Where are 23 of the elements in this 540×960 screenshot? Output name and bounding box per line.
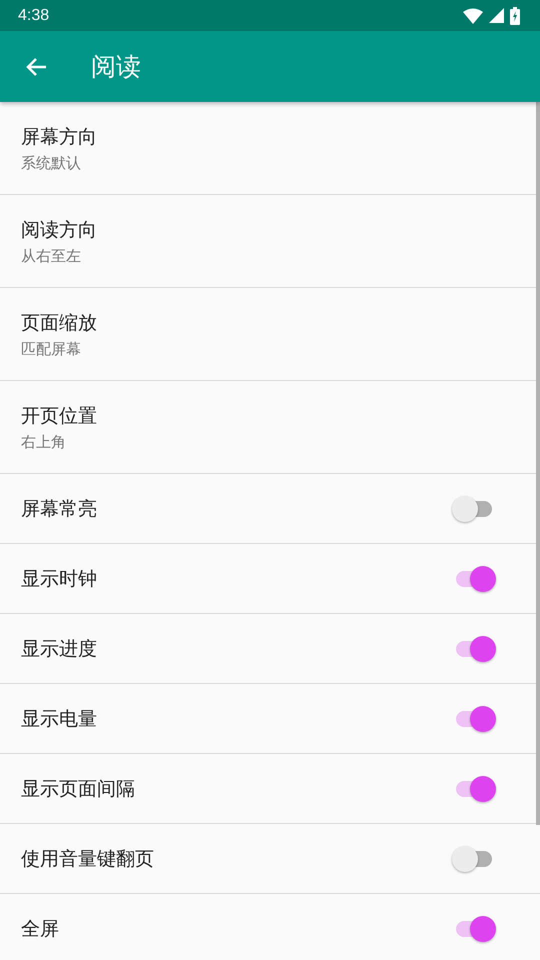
screen-title: 阅读 [91,51,141,83]
wifi-icon [463,8,483,24]
setting-summary: 匹配屏幕 [21,340,82,358]
setting-title: 显示时钟 [21,566,97,592]
setting-summary: 右上角 [21,432,67,452]
setting-title: 页面缩放 [21,310,97,336]
setting-title: 屏幕常亮 [21,496,97,522]
setting-row[interactable]: 使用音量键翻页 [0,824,540,894]
back-arrow-icon [25,56,47,78]
setting-summary: 系统默认 [21,154,82,172]
setting-title: 屏幕方向 [21,124,97,150]
signal-icon [489,8,504,23]
setting-title: 显示电量 [21,706,97,732]
setting-title: 开页位置 [21,404,97,428]
setting-title: 使用音量键翻页 [21,846,154,872]
setting-title: 阅读方向 [21,218,97,242]
setting-title: 显示页面间隔 [21,776,135,802]
setting-row[interactable]: 全屏 [0,894,540,960]
setting-title: 全屏 [21,916,59,942]
status-time: 4:38 [18,6,50,24]
setting-title: 显示进度 [21,636,97,662]
setting-summary: 从右至左 [21,246,82,266]
battery-charging-icon [510,6,520,24]
